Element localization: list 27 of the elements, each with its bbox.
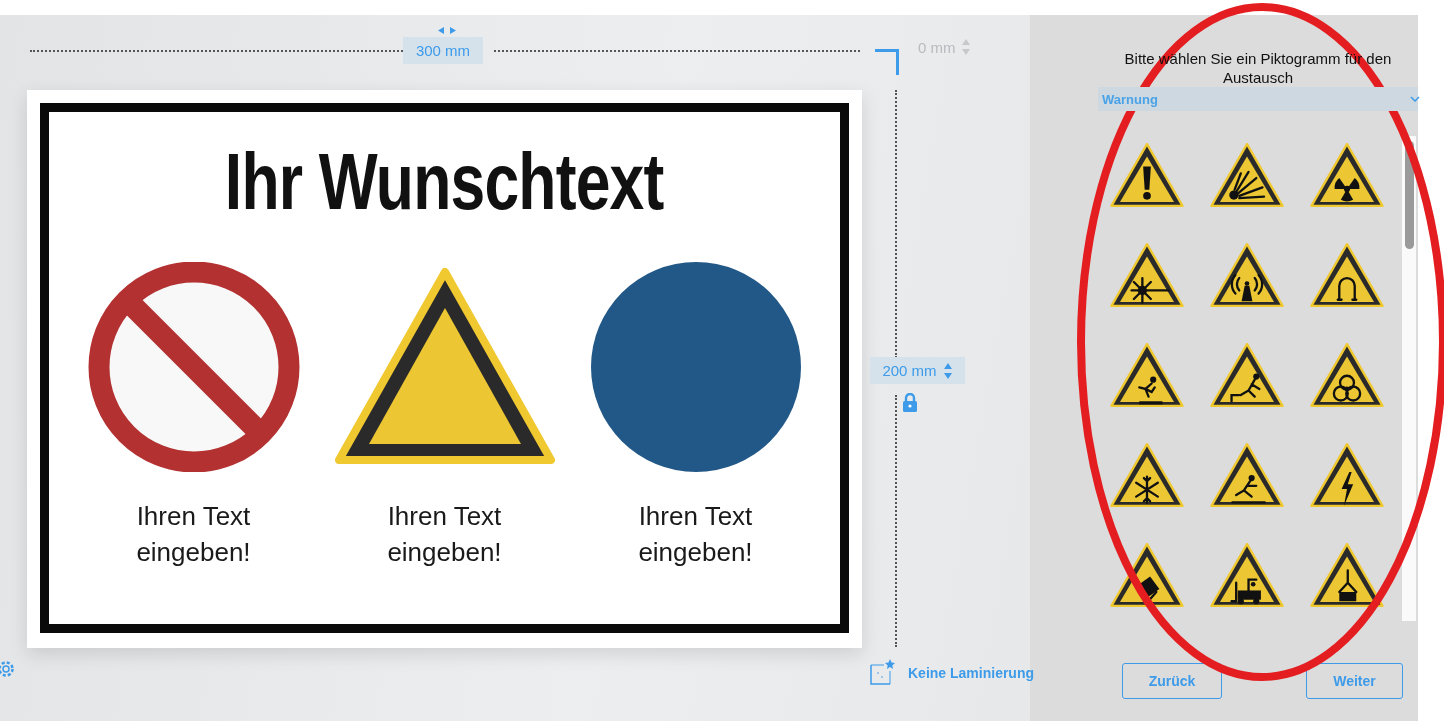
warning-sign-icon[interactable] — [1108, 541, 1186, 609]
sign-title: Ihr Wunschtext — [225, 142, 664, 228]
symbol-caption: Ihren Text eingeben! — [386, 500, 503, 569]
chevron-icon — [1410, 96, 1420, 102]
warning-sign-icon[interactable] — [1308, 241, 1386, 309]
nav-button[interactable]: Zurück — [1122, 663, 1222, 699]
warning-sign-icon[interactable] — [1208, 241, 1286, 309]
scrollbar[interactable] — [1402, 136, 1416, 621]
symbol-caption: Ihren Text eingeben! — [135, 500, 252, 569]
warning-sign-icon[interactable] — [1208, 441, 1286, 509]
warning-sign-icon[interactable] — [1108, 441, 1186, 509]
symbol-caption: Ihren Text eingeben! — [637, 500, 754, 569]
warning-sign-icon[interactable] — [1308, 441, 1386, 509]
warning-sign-icon[interactable] — [1208, 341, 1286, 409]
warning-sign-icon[interactable] — [1308, 141, 1386, 209]
warning-sign-icon[interactable] — [1208, 141, 1286, 209]
warning-sign-icon[interactable] — [1308, 541, 1386, 609]
warning-sign-icon[interactable] — [1108, 241, 1186, 309]
warning-sign-icon[interactable] — [1308, 341, 1386, 409]
warning-sign-icon[interactable] — [1108, 141, 1186, 209]
warning-sign-icon[interactable] — [1208, 541, 1286, 609]
lamination-link[interactable]: Keine Laminierung — [908, 665, 1035, 681]
width-field[interactable]: 300 mm — [403, 37, 483, 64]
height-field[interactable]: 200 mm — [870, 357, 965, 384]
warning-sign-icon[interactable] — [1108, 341, 1186, 409]
nav-button[interactable]: Weiter — [1306, 663, 1403, 699]
category-dropdown[interactable]: Warnung — [1098, 87, 1418, 111]
